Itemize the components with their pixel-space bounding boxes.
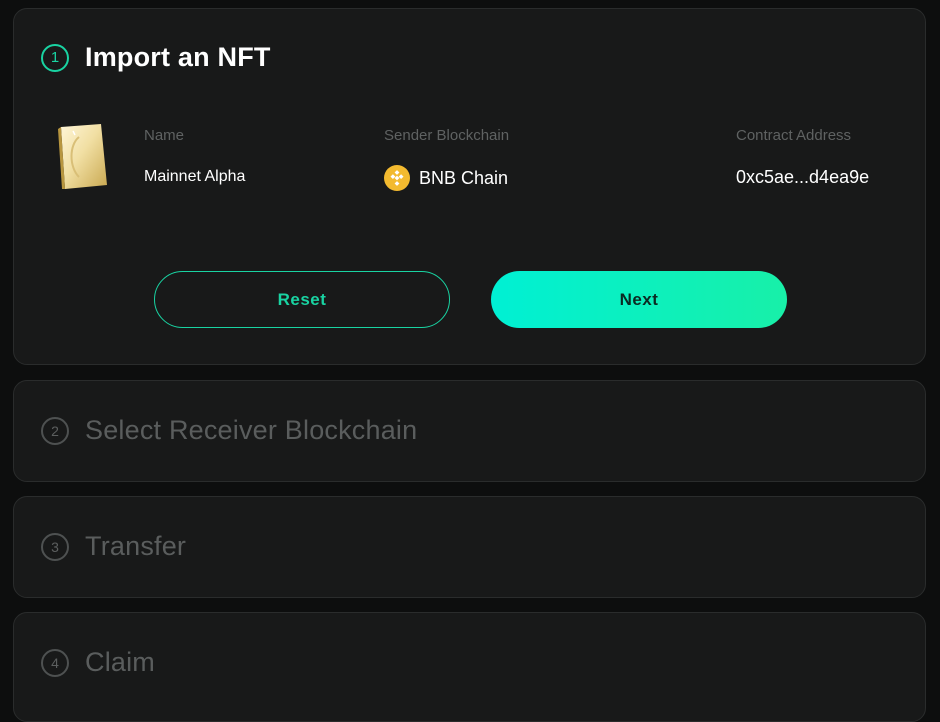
reset-button[interactable]: Reset <box>154 271 450 328</box>
sender-blockchain-label: Sender Blockchain <box>384 127 510 144</box>
step-card-transfer[interactable]: 3 Transfer <box>13 496 926 598</box>
step-header: 3 Transfer <box>41 531 186 562</box>
step-title: Transfer <box>85 531 187 561</box>
nft-name-label: Name <box>144 127 185 144</box>
step-header: 1 Import an NFT <box>41 42 271 73</box>
step-card-import-nft: 1 Import an NFT Name Mainnet Alpha Sende… <box>13 8 926 365</box>
step-header: 4 Claim <box>41 647 155 678</box>
step-card-claim[interactable]: 4 Claim <box>13 612 926 722</box>
step-number-badge: 2 <box>41 416 69 445</box>
step-card-select-receiver[interactable]: 2 Select Receiver Blockchain <box>13 380 926 482</box>
contract-address-label: Contract Address <box>736 127 852 144</box>
bnb-chain-icon <box>384 165 410 191</box>
next-button[interactable]: Next <box>491 271 787 328</box>
step-number-badge: 1 <box>41 43 69 72</box>
nft-name-value: Mainnet Alpha <box>144 168 246 185</box>
sender-blockchain-text: BNB Chain <box>419 167 509 188</box>
step-title: Select Receiver Blockchain <box>85 415 418 445</box>
step-title: Claim <box>85 647 156 677</box>
step-number-badge: 4 <box>41 648 69 677</box>
step-number-badge: 3 <box>41 532 69 561</box>
contract-address-value: 0xc5ae...d4ea9e <box>736 167 870 187</box>
sender-blockchain-value: BNB Chain <box>384 165 508 191</box>
step-header: 2 Select Receiver Blockchain <box>41 415 417 446</box>
step-title: Import an NFT <box>85 42 271 72</box>
nft-thumbnail <box>58 124 107 189</box>
